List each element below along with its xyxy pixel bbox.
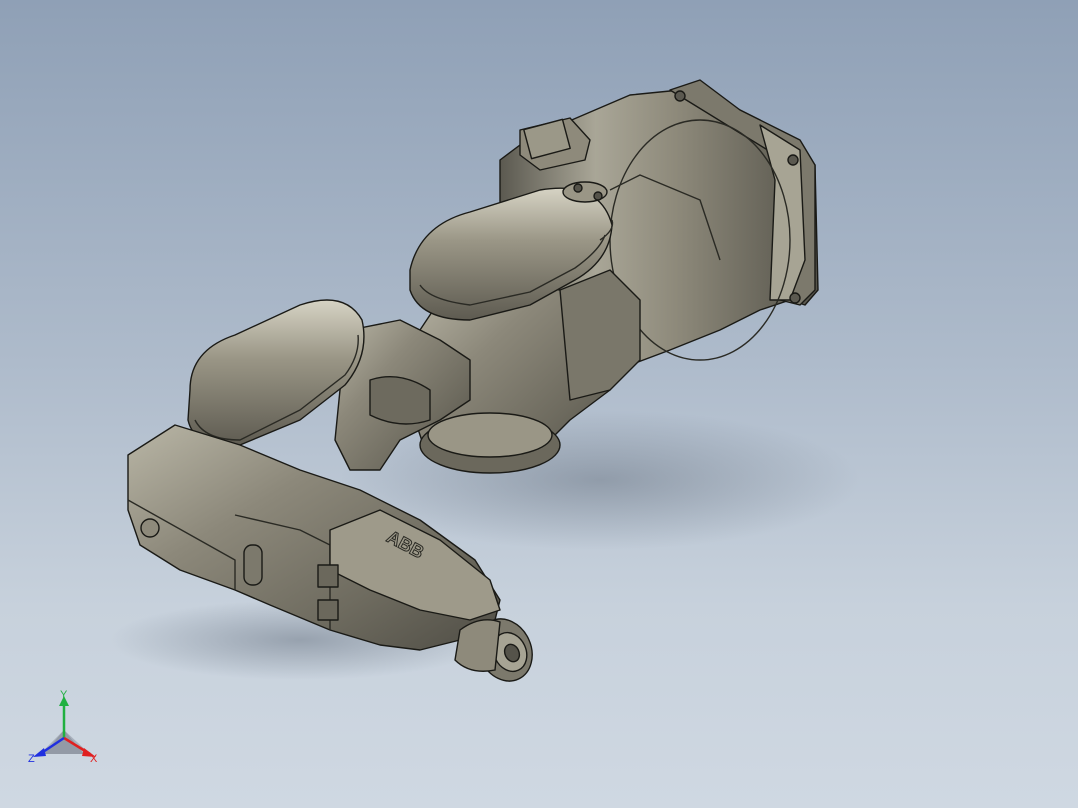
triad-y-label: Y <box>60 690 68 701</box>
triad-x-label: X <box>90 753 98 765</box>
triad-z-label: Z <box>28 753 35 765</box>
graphics-viewport[interactable]: ABB Y X Z <box>0 0 1078 808</box>
robot-arm-model[interactable]: ABB <box>0 0 1078 808</box>
view-orientation-triad[interactable]: Y X Z <box>24 690 108 774</box>
